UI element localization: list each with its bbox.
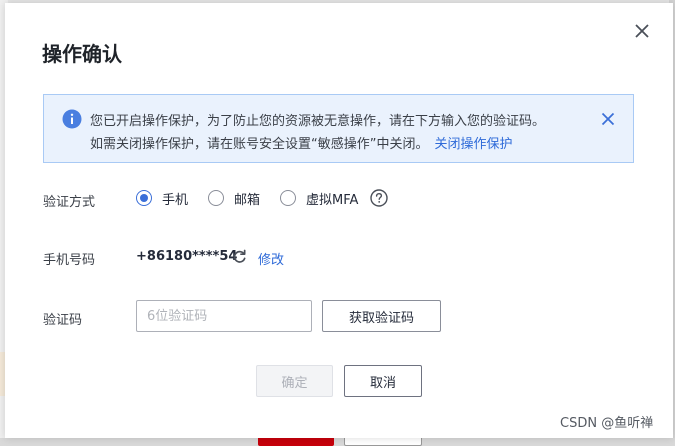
verify-method-label: 验证方式	[43, 195, 96, 210]
phone-number-value: +86180****54	[136, 249, 238, 264]
confirm-button[interactable]: 确定	[256, 365, 333, 397]
protection-alert: 您已开启操作保护，为了防止您的资源被无意操作，请在下方输入您的验证码。 如需关闭…	[43, 94, 634, 163]
alert-message-line1: 您已开启操作保护，为了防止您的资源被无意操作，请在下方输入您的验证码。	[90, 114, 546, 129]
alert-message-line2: 如需关闭操作保护，请在账号安全设置“敏感操作”中关闭。 关闭操作保护	[90, 133, 513, 152]
help-icon[interactable]	[370, 189, 389, 207]
info-icon	[62, 109, 82, 129]
watermark: CSDN @鱼听禅	[560, 416, 654, 431]
phone-number-label: 手机号码	[43, 253, 96, 268]
get-code-button[interactable]: 获取验证码	[322, 300, 441, 332]
alert-message-line2-text: 如需关闭操作保护，请在账号安全设置“敏感操作”中关闭。	[90, 137, 429, 152]
edit-phone-link[interactable]: 修改	[258, 249, 284, 268]
radio-phone[interactable]: 手机	[136, 189, 188, 208]
refresh-icon[interactable]	[232, 249, 247, 264]
dialog-title: 操作确认	[42, 42, 122, 66]
radio-virtual-mfa-indicator	[280, 190, 297, 206]
radio-virtual-mfa[interactable]: 虚拟MFA	[280, 189, 358, 208]
disable-protection-link[interactable]: 关闭操作保护	[434, 137, 512, 152]
radio-virtual-mfa-label: 虚拟MFA	[306, 192, 359, 208]
radio-email-indicator	[208, 190, 225, 206]
radio-phone-indicator	[136, 190, 152, 206]
radio-phone-label: 手机	[162, 192, 189, 208]
radio-email[interactable]: 邮箱	[208, 189, 260, 208]
verification-code-input[interactable]	[136, 300, 312, 332]
cancel-button[interactable]: 取消	[344, 365, 422, 397]
alert-close-icon[interactable]	[601, 112, 615, 126]
operation-confirm-dialog: 操作确认 您已开启操作保护，为了防止您的资源被无意操作，请在下方输入您的验证码。…	[5, 3, 673, 438]
verification-code-label: 验证码	[43, 313, 83, 328]
close-icon[interactable]	[633, 22, 651, 40]
radio-email-label: 邮箱	[234, 192, 261, 208]
verify-method-radio-group: 手机 邮箱 虚拟MFA	[136, 187, 389, 209]
